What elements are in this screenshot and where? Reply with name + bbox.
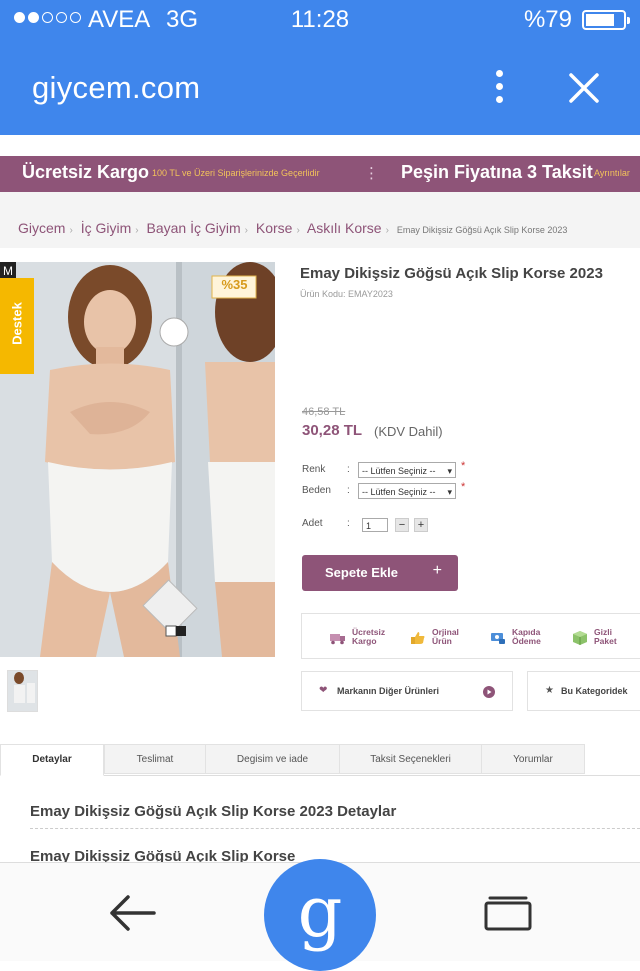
- badge-text: Gizli Paket: [594, 627, 617, 646]
- battery-icon: [582, 10, 630, 30]
- promo-strip: Ücretsiz Kargo 100 TL ve Üzeri Siparişle…: [0, 156, 640, 192]
- package-icon: [573, 631, 587, 645]
- product-thumbnail[interactable]: [7, 670, 38, 712]
- label-colon: :: [347, 518, 350, 529]
- breadcrumb-separator: ›: [296, 225, 300, 236]
- badge-text: Kapıda Ödeme: [512, 627, 541, 646]
- tabs-switcher-button[interactable]: [484, 895, 532, 931]
- brand-other-products-label: Markanın Diğer Ürünleri: [337, 686, 440, 696]
- back-arrow-icon: [110, 895, 156, 931]
- heart-icon: ❤: [319, 685, 328, 696]
- badge-text: Ücretsiz Kargo: [352, 627, 386, 646]
- tabs-icon: [484, 896, 532, 931]
- required-mark: *: [461, 460, 466, 472]
- tab-details[interactable]: Detaylar: [0, 744, 104, 776]
- label-colon: :: [347, 464, 350, 475]
- tab-reviews[interactable]: Yorumlar: [481, 744, 585, 774]
- add-to-cart-label: Sepete Ekle: [325, 565, 398, 580]
- badge-text: Orjinal Ürün: [432, 627, 459, 646]
- old-price: 46,58 TL: [302, 406, 346, 418]
- breadcrumb-current: Emay Dikişsiz Göğsü Açık Slip Korse 2023: [396, 225, 568, 235]
- battery-fill: [586, 14, 615, 26]
- close-icon[interactable]: [566, 70, 602, 106]
- size-label: Beden: [302, 485, 331, 496]
- installments-details-link[interactable]: Ayrıntılar: [594, 168, 630, 178]
- url-text[interactable]: giycem.com: [32, 70, 200, 106]
- details-heading: Emay Dikişsiz Göğsü Açık Slip Korse 2023…: [30, 803, 397, 820]
- play-circle-icon: [483, 686, 495, 698]
- brand-other-products-link[interactable]: ❤ Markanın Diğer Ürünleri: [301, 671, 513, 711]
- support-tab[interactable]: Destek: [0, 278, 34, 374]
- cash-icon: [491, 633, 505, 644]
- vat-note: (KDV Dahil): [374, 424, 443, 439]
- breadcrumb-link[interactable]: Giycem: [18, 220, 65, 236]
- quantity-label: Adet: [302, 518, 323, 529]
- color-select[interactable]: -- Lütfen Seçiniz --: [358, 462, 456, 479]
- required-mark: *: [461, 481, 466, 493]
- google-search-button[interactable]: g: [264, 859, 376, 971]
- breadcrumb-link[interactable]: Korse: [256, 220, 293, 236]
- tab-returns[interactable]: Degisim ve iade: [205, 744, 340, 774]
- battery-percent: %79: [523, 6, 572, 33]
- breadcrumb-link[interactable]: İç Giyim: [81, 220, 132, 236]
- support-tab-label: Destek: [9, 302, 25, 345]
- divider: [30, 828, 640, 829]
- breadcrumb: Giycem › İç Giyim › Bayan İç Giyim › Korse ›…: [18, 220, 567, 236]
- truck-icon: [330, 634, 345, 645]
- color-label: Renk: [302, 464, 326, 475]
- current-price: 30,28 TL: [302, 422, 363, 439]
- product-title: Emay Dikişsiz Göğsü Açık Slip Korse 2023: [300, 265, 603, 282]
- promo-divider: ⋮: [364, 165, 379, 182]
- quantity-decrease-button[interactable]: −: [395, 518, 409, 532]
- product-image[interactable]: M: [0, 262, 275, 657]
- plus-icon: +: [432, 562, 442, 579]
- add-to-cart-button[interactable]: Sepete Ekle +: [302, 555, 458, 591]
- breadcrumb-separator: ›: [385, 225, 389, 236]
- category-products-label: Bu Kategoridek: [561, 686, 628, 696]
- breadcrumb-separator: ›: [69, 225, 73, 236]
- product-tabs: Detaylar Teslimat Degisim ve iade Taksit…: [0, 744, 640, 776]
- browser-bottom-bar: g: [0, 859, 640, 971]
- quantity-input[interactable]: 1: [362, 518, 388, 532]
- google-letter: g: [297, 871, 343, 953]
- product-photo-illustration: M: [0, 262, 275, 657]
- back-button[interactable]: [104, 891, 160, 935]
- discount-badge: %35: [221, 277, 248, 292]
- browser-top-bar: AVEA 3G 11:28 %79 giycem.com: [0, 0, 640, 135]
- free-shipping-subtext: 100 TL ve Üzeri Siparişlerinizde Geçerli…: [152, 168, 320, 178]
- installments-text: Peşin Fiyatına 3 Taksit: [401, 162, 593, 182]
- breadcrumb-link[interactable]: Askılı Korse: [307, 220, 382, 236]
- thumbnail-illustration: [8, 671, 37, 711]
- brand-mark: M: [3, 264, 13, 278]
- star-icon: ★: [545, 685, 554, 696]
- breadcrumb-separator: ›: [135, 225, 139, 236]
- category-products-link[interactable]: ★ Bu Kategoridek: [527, 671, 640, 711]
- size-select[interactable]: -- Lütfen Seçiniz --: [358, 483, 456, 500]
- product-code: Ürün Kodu: EMAY2023: [300, 289, 393, 299]
- free-shipping-text: Ücretsiz Kargo: [22, 162, 150, 182]
- trust-badges: Ücretsiz Kargo Orjinal Ürün Kapıda Ödeme Gi…: [301, 613, 640, 659]
- breadcrumb-link[interactable]: Bayan İç Giyim: [146, 220, 240, 236]
- breadcrumb-separator: ›: [244, 225, 248, 236]
- more-menu-icon[interactable]: [484, 70, 514, 108]
- label-colon: :: [347, 485, 350, 496]
- thumbs-up-icon: [411, 632, 425, 644]
- tab-delivery[interactable]: Teslimat: [104, 744, 206, 774]
- tab-installments[interactable]: Taksit Seçenekleri: [339, 744, 482, 774]
- status-bar: AVEA 3G 11:28 %79: [0, 0, 640, 40]
- quantity-increase-button[interactable]: +: [414, 518, 428, 532]
